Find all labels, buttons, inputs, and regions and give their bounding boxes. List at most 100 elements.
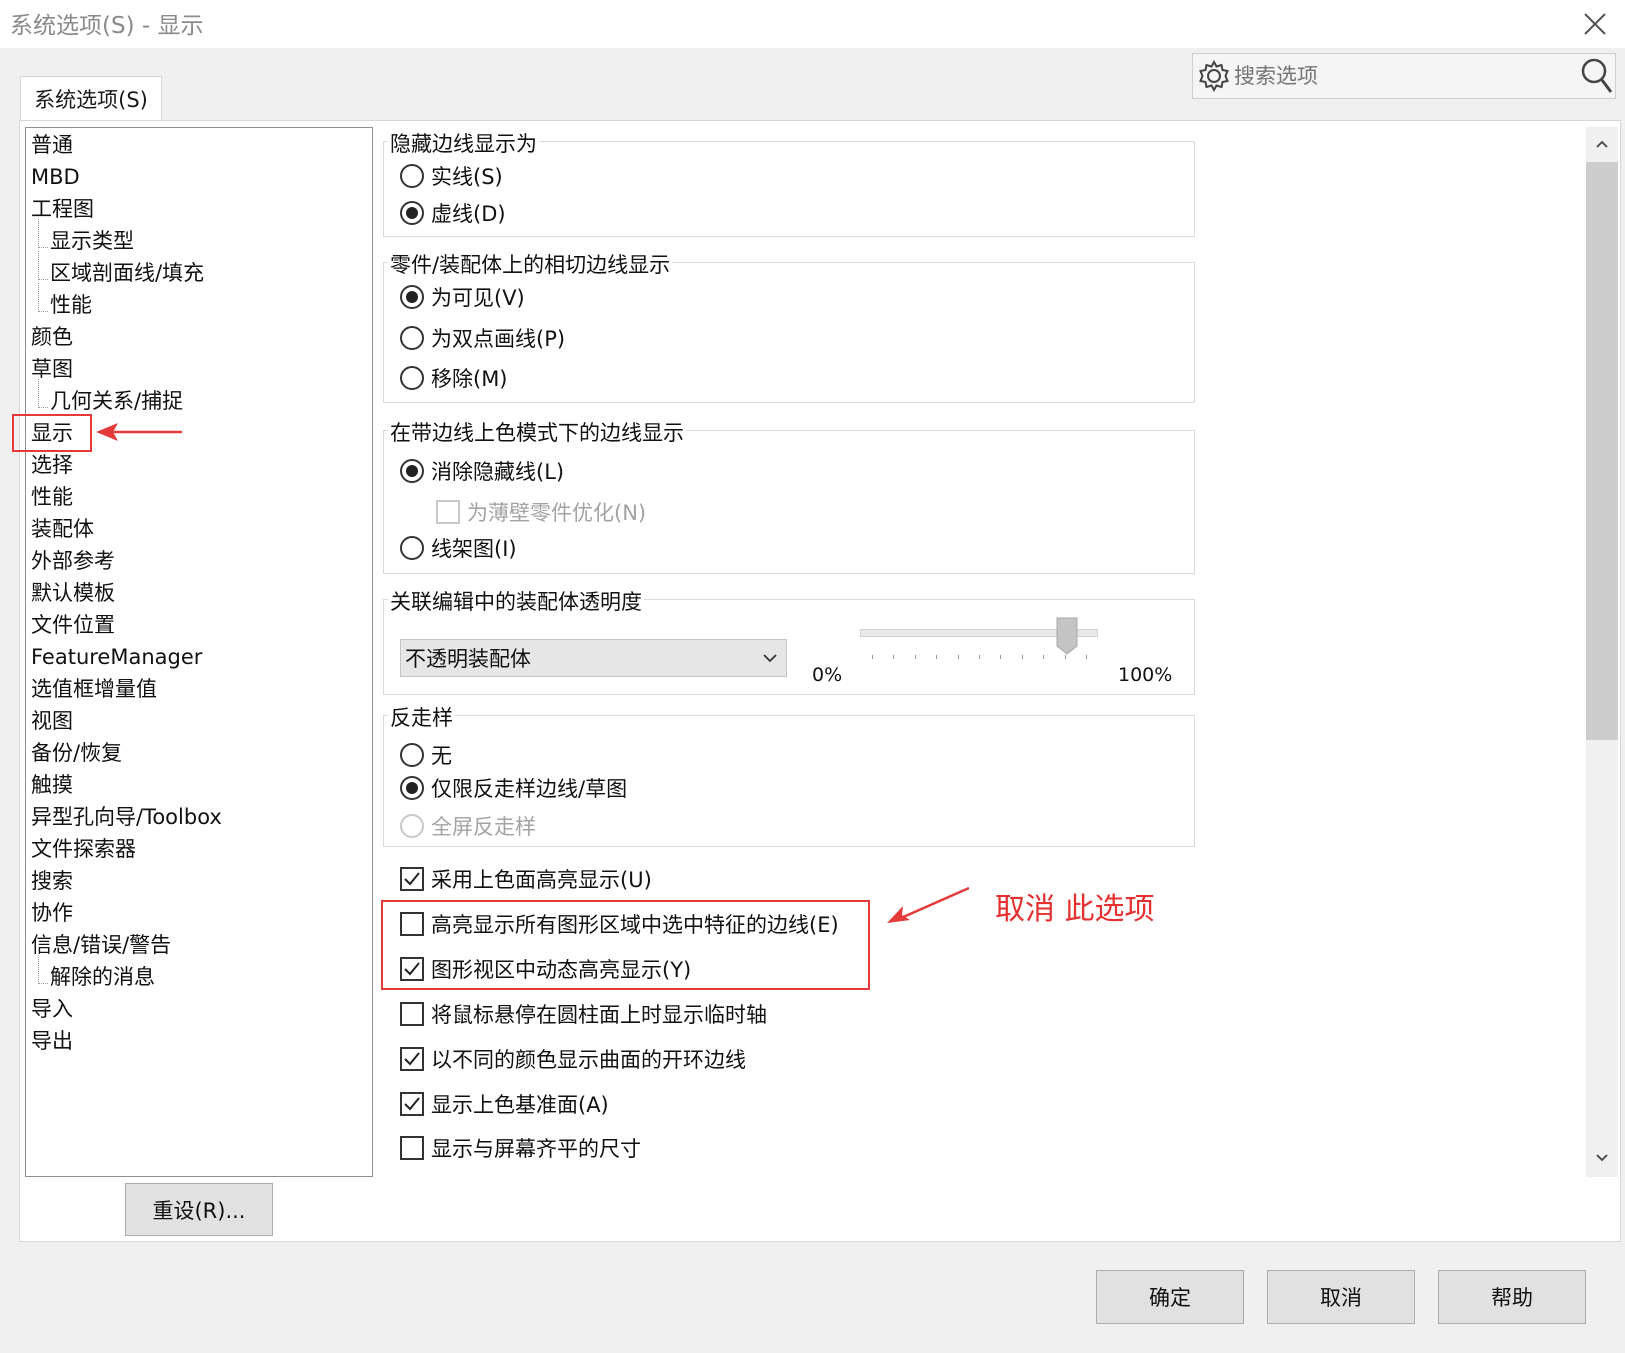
radio-remove-control[interactable] (400, 366, 424, 390)
chevron-up-icon[interactable] (1590, 132, 1614, 156)
tree-item[interactable]: 选择 (31, 451, 73, 479)
chevron-down-icon[interactable] (760, 648, 780, 668)
radio-wireframe-control[interactable] (400, 536, 424, 560)
transparency-slider-thumb[interactable] (1055, 616, 1079, 656)
search-input[interactable] (1234, 60, 1574, 92)
group-title-transparency: 关联编辑中的装配体透明度 (388, 586, 644, 616)
tree-item[interactable]: 备份/恢复 (31, 739, 122, 767)
checkbox[interactable] (400, 1002, 424, 1026)
tree-connector (38, 955, 39, 984)
option-checkbox-row[interactable]: 以不同的颜色显示曲面的开环边线 (400, 1044, 746, 1074)
radio-visible[interactable]: 为可见(V) (400, 282, 525, 312)
checkbox[interactable] (400, 867, 424, 891)
group-title-shaded-edges: 在带边线上色模式下的边线显示 (388, 417, 686, 447)
radio-hidden-line-removal-control[interactable] (400, 459, 424, 483)
checkbox[interactable] (400, 912, 424, 936)
scrollbar-thumb[interactable] (1586, 162, 1618, 740)
tree-connector (38, 379, 39, 408)
option-checkbox-row[interactable]: 高亮显示所有图形区域中选中特征的边线(E) (400, 909, 839, 939)
check-thin-part[interactable]: 为薄壁零件优化(N) (436, 497, 646, 527)
chevron-down-icon[interactable] (1590, 1146, 1614, 1170)
tree-item[interactable]: 导入 (31, 995, 73, 1023)
tree-item[interactable]: 外部参考 (31, 547, 115, 575)
radio-aa-edges[interactable]: 仅限反走样边线/草图 (400, 773, 627, 803)
transparency-select[interactable]: 不透明装配体 (400, 639, 787, 677)
option-checkbox-row[interactable]: 将鼠标悬停在圆柱面上时显示临时轴 (400, 999, 767, 1029)
tree-connector (38, 219, 39, 248)
tree-item[interactable]: 默认模板 (31, 579, 115, 607)
option-checkbox-row[interactable]: 图形视区中动态高亮显示(Y) (400, 954, 691, 984)
arrow-left-icon (96, 423, 182, 441)
slider-min-label: 0% (812, 664, 843, 686)
checkbox[interactable] (400, 1047, 424, 1071)
gear-icon[interactable] (1196, 58, 1232, 94)
tree-item[interactable]: 文件位置 (31, 611, 115, 639)
tree-item[interactable]: 几何关系/捕捉 (50, 387, 183, 415)
tree-item[interactable]: 导出 (31, 1027, 73, 1055)
tree-item[interactable]: 异型孔向导/Toolbox (31, 803, 222, 831)
radio-aa-fullscreen-control[interactable] (400, 814, 424, 838)
tree-item[interactable]: 搜索 (31, 867, 73, 895)
help-button[interactable]: 帮助 (1438, 1270, 1586, 1324)
tree-item[interactable]: 协作 (31, 899, 73, 927)
tree-item[interactable]: 普通 (31, 131, 73, 159)
slider-tick (1021, 655, 1023, 659)
radio-hidden-line-removal-label: 消除隐藏线(L) (431, 460, 565, 484)
slider-tick (914, 655, 916, 659)
option-checkbox-row[interactable]: 采用上色面高亮显示(U) (400, 864, 652, 894)
tab-system-options[interactable]: 系统选项(S) (20, 76, 162, 121)
tree-item[interactable]: 显示类型 (50, 227, 134, 255)
ok-button[interactable]: 确定 (1096, 1270, 1244, 1324)
group-title-hidden-edges: 隐藏边线显示为 (388, 128, 539, 158)
tree-item[interactable]: MBD (31, 163, 80, 191)
radio-aa-edges-control[interactable] (400, 776, 424, 800)
cancel-button[interactable]: 取消 (1267, 1270, 1415, 1324)
highlight-box-display (12, 414, 92, 452)
radio-solid-control[interactable] (400, 164, 424, 188)
radio-aa-none[interactable]: 无 (400, 740, 452, 770)
option-checkbox-row[interactable]: 显示上色基准面(A) (400, 1089, 609, 1119)
tree-item[interactable]: 工程图 (31, 195, 94, 223)
check-thin-part-control[interactable] (436, 500, 460, 524)
tree-connector (38, 247, 48, 248)
tree-item[interactable]: 区域剖面线/填充 (50, 259, 204, 287)
radio-phantom[interactable]: 为双点画线(P) (400, 323, 565, 353)
radio-wireframe[interactable]: 线架图(I) (400, 533, 517, 563)
checkbox[interactable] (400, 1136, 424, 1160)
radio-dashed-control[interactable] (400, 201, 424, 225)
radio-aa-none-label: 无 (431, 744, 452, 768)
tree-item[interactable]: 视图 (31, 707, 73, 735)
radio-visible-control[interactable] (400, 285, 424, 309)
reset-button[interactable]: 重设(R)... (125, 1183, 273, 1236)
checkbox-label: 以不同的颜色显示曲面的开环边线 (431, 1048, 746, 1072)
checkbox[interactable] (400, 1092, 424, 1116)
radio-dashed[interactable]: 虚线(D) (400, 198, 506, 228)
radio-phantom-control[interactable] (400, 326, 424, 350)
tree-item[interactable]: 装配体 (31, 515, 94, 543)
option-checkbox-row[interactable]: 显示与屏幕齐平的尺寸 (400, 1133, 641, 1163)
slider-tick (979, 655, 980, 659)
checkbox[interactable] (400, 957, 424, 981)
slider-tick (1000, 655, 1002, 659)
radio-aa-edges-label: 仅限反走样边线/草图 (431, 777, 628, 801)
checkbox-label: 将鼠标悬停在圆柱面上时显示临时轴 (431, 1003, 767, 1027)
radio-aa-fullscreen[interactable]: 全屏反走样 (400, 811, 536, 841)
radio-hidden-line-removal[interactable]: 消除隐藏线(L) (400, 456, 564, 486)
tree-item[interactable]: 性能 (50, 291, 92, 319)
radio-aa-none-control[interactable] (400, 743, 424, 767)
radio-solid[interactable]: 实线(S) (400, 161, 503, 191)
tree-item[interactable]: 触摸 (31, 771, 73, 799)
tree-item[interactable]: 解除的消息 (50, 963, 155, 991)
close-button[interactable] (1575, 4, 1615, 44)
tree-item[interactable]: 颜色 (31, 323, 73, 351)
radio-remove[interactable]: 移除(M) (400, 363, 508, 393)
search-icon[interactable] (1580, 56, 1614, 96)
title-bar: 系统选项(S) - 显示 (0, 0, 1625, 48)
tree-item[interactable]: 文件探索器 (31, 835, 136, 863)
tree-item[interactable]: FeatureManager (31, 643, 202, 671)
tree-item[interactable]: 性能 (31, 483, 73, 511)
tree-item[interactable]: 信息/错误/警告 (31, 931, 171, 959)
checkbox-label: 图形视区中动态高亮显示(Y) (431, 958, 692, 982)
tree-item[interactable]: 选值框增量值 (31, 675, 157, 703)
radio-solid-label: 实线(S) (431, 165, 503, 189)
